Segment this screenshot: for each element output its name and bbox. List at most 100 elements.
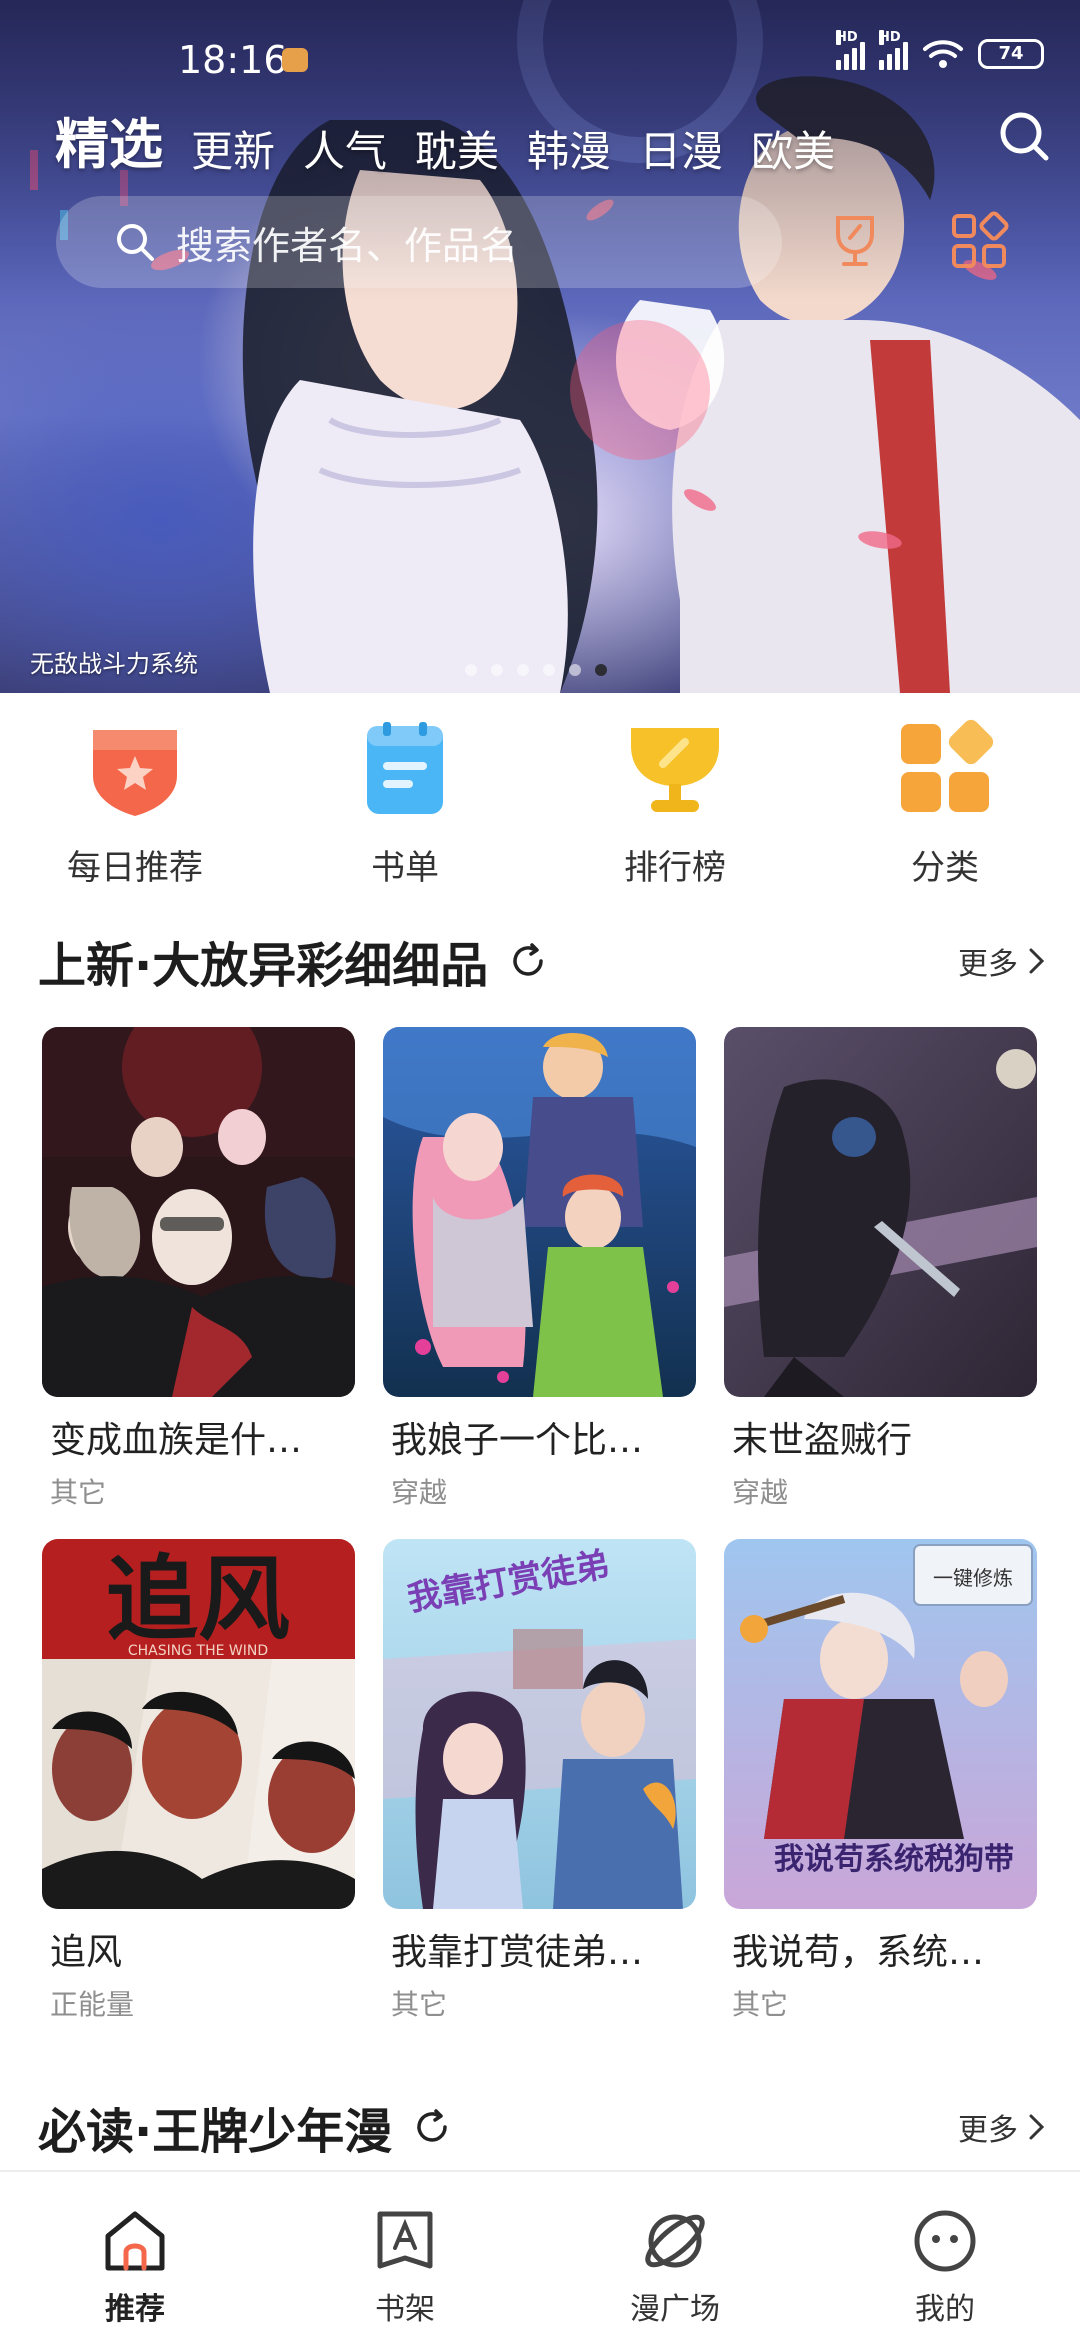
cover-art-disciple: 我靠打赏徒弟	[383, 1539, 696, 1909]
comic-card[interactable]: 追风 CHASING THE WIND 追风 正能量	[42, 1539, 355, 2051]
comic-genre: 穿越	[732, 1476, 789, 1509]
comic-card[interactable]: 我娘子一个比… 穿越	[383, 1027, 696, 1539]
pagination-dot-active	[595, 664, 607, 676]
comic-card[interactable]: 一键修炼 我说苟系统税狗带 我说苟，系统… 其它	[724, 1539, 1037, 2051]
tab-featured[interactable]: 精选	[55, 100, 163, 179]
nav-profile[interactable]: 我的	[810, 2172, 1080, 2340]
search-input[interactable]: 搜索作者名、作品名	[56, 196, 782, 288]
ranking-cup-icon[interactable]	[822, 208, 888, 274]
cover-art-chasing-wind: 追风 CHASING THE WIND	[42, 1539, 355, 1909]
more-label: 更多	[958, 947, 1018, 982]
status-time: 18:16	[178, 38, 288, 82]
notification-icon	[282, 48, 308, 72]
grid-menu-icon[interactable]	[946, 208, 1012, 274]
comic-title: 我靠打赏徒弟…	[391, 1932, 644, 1973]
planet-icon	[645, 2214, 705, 2268]
nav-label: 我的	[915, 2292, 975, 2327]
tab-western[interactable]: 欧美	[751, 118, 835, 179]
bookshelf-icon	[377, 2211, 433, 2269]
section-header-must-read: 必读·王牌少年漫 更多	[38, 2092, 1048, 2162]
wifi-icon	[923, 40, 963, 68]
quick-label: 每日推荐	[67, 848, 203, 888]
comic-genre: 正能量	[50, 1988, 135, 2021]
comic-cover	[724, 1027, 1037, 1397]
nav-bookshelf[interactable]: 书架	[270, 2172, 540, 2340]
comic-title: 末世盗贼行	[732, 1420, 913, 1461]
search-field-icon	[117, 224, 154, 261]
tab-bl[interactable]: 耽美	[415, 118, 499, 179]
cover-art-gou-system: 一键修炼 我说苟系统税狗带	[724, 1539, 1037, 1909]
cover-art-thief	[724, 1027, 1037, 1397]
comic-title: 我娘子一个比…	[391, 1420, 644, 1461]
comic-cover: 我靠打赏徒弟	[383, 1539, 696, 1909]
cover-popup-text: 一键修炼	[933, 1566, 1013, 1590]
quick-booklist[interactable]: 书单	[270, 716, 540, 889]
comic-genre: 穿越	[391, 1476, 448, 1509]
quick-daily-recommend[interactable]: 每日推荐	[0, 716, 270, 889]
cover-art-wife	[383, 1027, 696, 1397]
nav-comic-square[interactable]: 漫广场	[540, 2172, 810, 2340]
pagination-dot	[569, 664, 581, 676]
tab-korean[interactable]: 韩漫	[527, 118, 611, 179]
more-button[interactable]: 更多	[958, 2105, 1048, 2149]
bottom-navigation: 推荐 书架 漫广场 我的	[0, 2170, 1080, 2340]
comic-cover	[383, 1027, 696, 1397]
quick-category[interactable]: 分类	[810, 716, 1080, 889]
more-label: 更多	[958, 2113, 1018, 2148]
comic-cover: 追风 CHASING THE WIND	[42, 1539, 355, 1909]
pagination-dot	[465, 664, 477, 676]
refresh-icon[interactable]	[412, 2107, 452, 2147]
comic-genre: 其它	[391, 1988, 448, 2021]
status-icons: HD HD 74	[836, 30, 1044, 70]
comic-cover	[42, 1027, 355, 1397]
network-type-label: HD	[836, 30, 858, 45]
comic-card[interactable]: 我靠打赏徒弟 我靠打赏徒弟… 其它	[383, 1539, 696, 2051]
cover-title-text: 我说苟系统税狗带	[774, 1842, 1014, 1877]
comic-genre: 其它	[50, 1476, 107, 1509]
quick-label: 分类	[911, 848, 979, 888]
booklist-icon	[367, 722, 443, 814]
home-icon	[105, 2211, 165, 2271]
comic-title: 我说苟，系统…	[732, 1932, 985, 1973]
network-type-label-2: HD	[879, 30, 901, 45]
refresh-icon[interactable]	[508, 941, 548, 981]
comic-cover: 一键修炼 我说苟系统税狗带	[724, 1539, 1037, 1909]
hero-banner[interactable]: 18:16 HD HD 74 精选 更新 人气 耽美 韩漫 日漫 欧美 搜索作者…	[0, 0, 1080, 693]
tab-japanese[interactable]: 日漫	[639, 118, 723, 179]
app-screen: 18:16 HD HD 74 精选 更新 人气 耽美 韩漫 日漫 欧美 搜索作者…	[0, 0, 1080, 2340]
section-header-new: 上新·大放异彩细细品 更多	[38, 926, 1048, 996]
signal-icon-2: HD	[879, 30, 908, 70]
chevron-right-icon	[1029, 948, 1045, 974]
search-placeholder: 搜索作者名、作品名	[176, 223, 519, 268]
comic-grid: 变成血族是什… 其它 我娘子一个比… 穿越 末世盗贼行 穿越 追风 CHASIN…	[42, 1027, 1042, 2051]
signal-icon: HD	[836, 30, 865, 70]
comic-genre: 其它	[732, 1988, 789, 2021]
trophy-icon	[631, 728, 719, 812]
cover-art-vampire	[42, 1027, 355, 1397]
daily-recommend-icon	[93, 730, 177, 816]
nav-label: 推荐	[105, 2292, 165, 2327]
comic-card[interactable]: 末世盗贼行 穿越	[724, 1027, 1037, 1539]
comic-card[interactable]: 变成血族是什… 其它	[42, 1027, 355, 1539]
tab-popular[interactable]: 人气	[303, 118, 387, 179]
category-tabs: 精选 更新 人气 耽美 韩漫 日漫 欧美	[55, 100, 835, 179]
search-icon[interactable]	[996, 108, 1052, 164]
quick-label: 书单	[371, 848, 439, 888]
quick-entries: 每日推荐 书单 排行榜 分类	[0, 716, 1080, 889]
category-icon	[901, 719, 994, 812]
quick-label: 排行榜	[624, 848, 726, 888]
nav-recommend[interactable]: 推荐	[0, 2172, 270, 2340]
battery-indicator: 74	[978, 39, 1044, 69]
tab-updates[interactable]: 更新	[191, 118, 275, 179]
banner-pagination	[465, 664, 607, 676]
nav-label: 书架	[375, 2292, 435, 2327]
more-button[interactable]: 更多	[958, 939, 1048, 983]
pagination-dot	[491, 664, 503, 676]
section-title: 必读·王牌少年漫	[38, 2104, 393, 2160]
comic-title: 变成血族是什…	[50, 1420, 303, 1461]
quick-ranking[interactable]: 排行榜	[540, 716, 810, 889]
cover-subtitle-text: CHASING THE WIND	[128, 1643, 268, 1659]
pagination-dot	[543, 664, 555, 676]
chevron-right-icon	[1029, 2114, 1045, 2140]
banner-caption: 无敌战斗力系统	[30, 650, 198, 678]
